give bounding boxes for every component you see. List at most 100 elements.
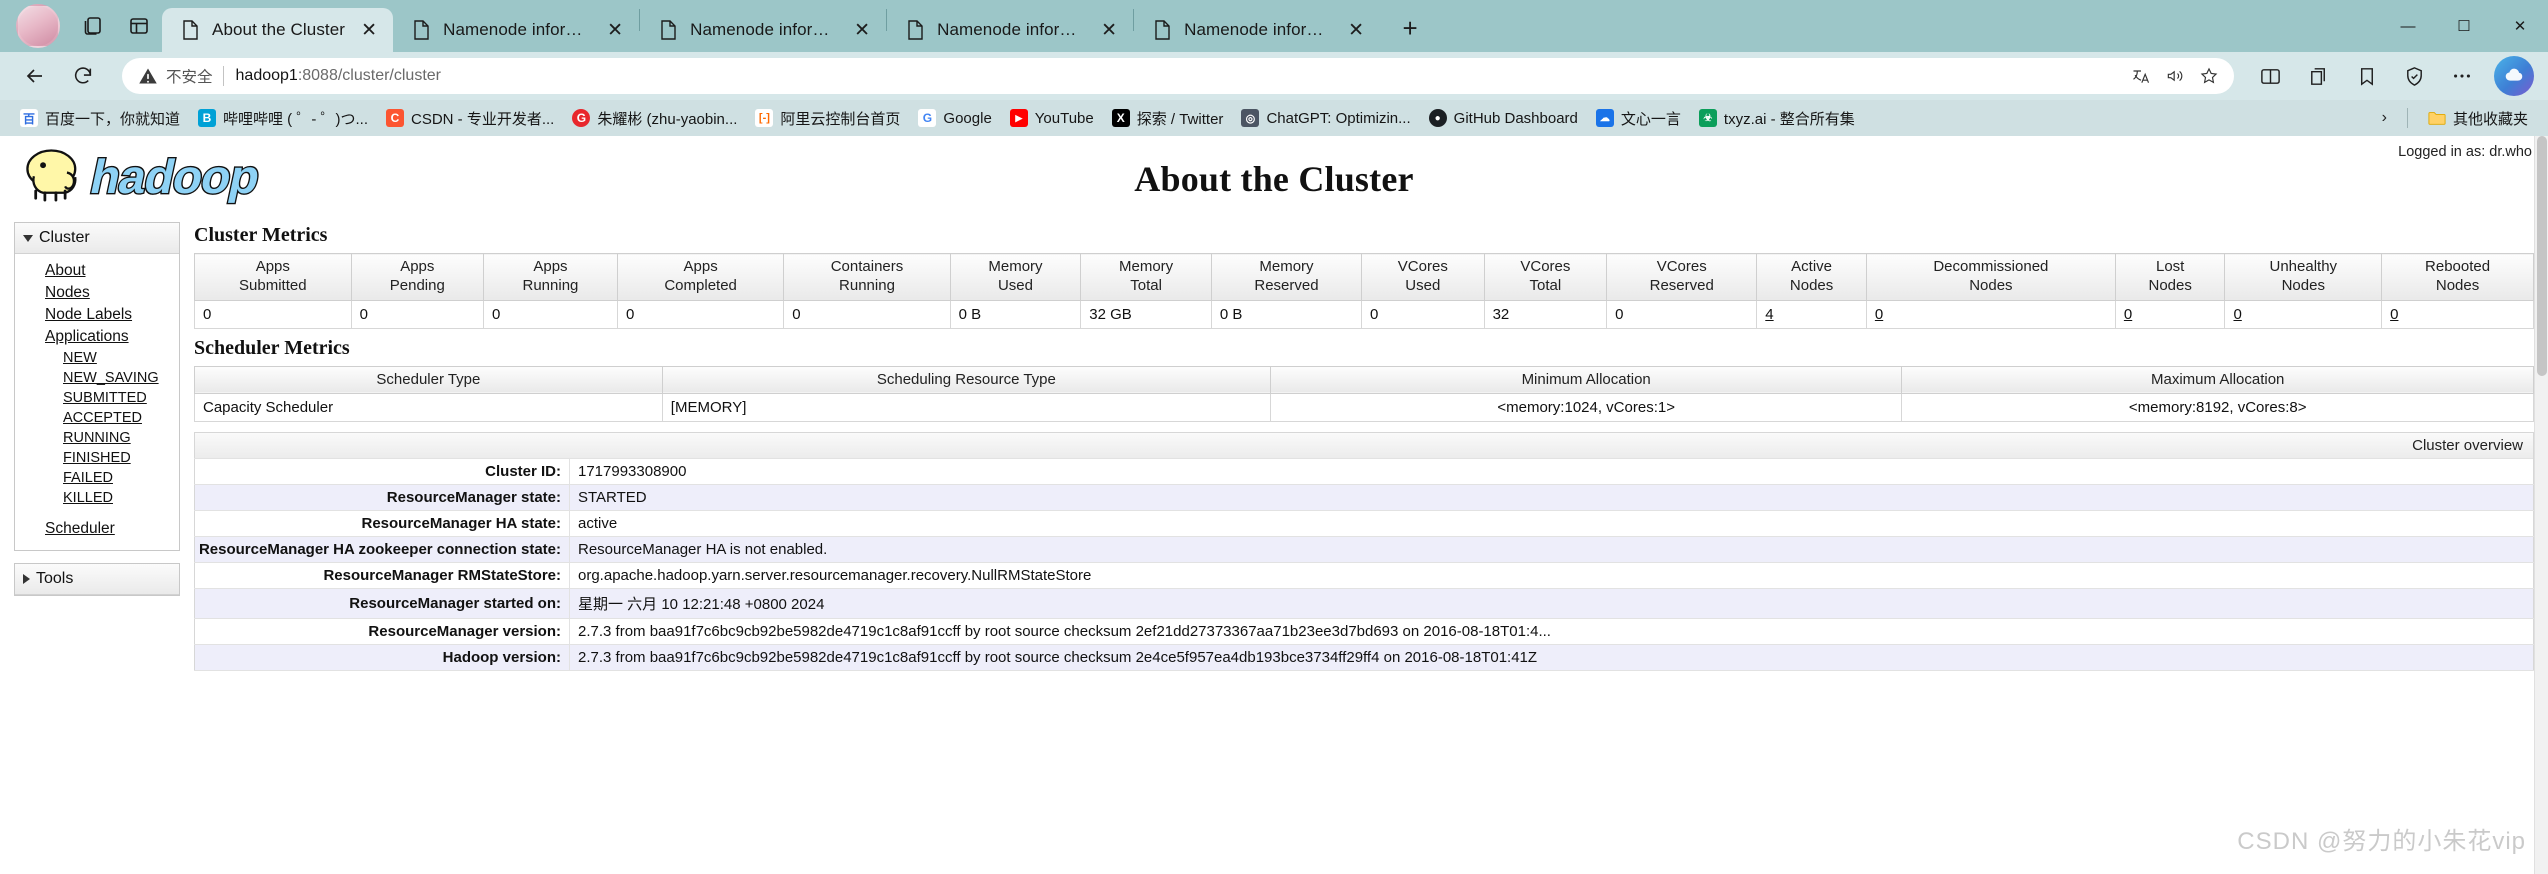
tab-close-icon[interactable]: ✕: [1342, 16, 1370, 44]
rebooted-nodes-link[interactable]: 0: [2390, 306, 2398, 323]
scrollbar-thumb[interactable]: [2537, 136, 2547, 376]
translate-icon[interactable]: [2126, 61, 2156, 91]
sidebar-item-new-saving[interactable]: NEW_SAVING: [15, 368, 179, 388]
bookmarks-overflow-chevron-icon[interactable]: ›: [2374, 109, 2395, 127]
cell-lost-nodes[interactable]: 0: [2114, 299, 2226, 329]
more-icon[interactable]: [2441, 55, 2483, 97]
folder-icon: [2428, 109, 2446, 127]
baidu-icon: 百: [20, 109, 38, 127]
cell-decommissioned-nodes[interactable]: 0: [1865, 299, 2116, 329]
tab-title: Namenode information: [1184, 20, 1332, 39]
tab-strip: About the Cluster ✕ Namenode information…: [0, 0, 2548, 52]
new-tab-button[interactable]: +: [1390, 8, 1430, 48]
col-apps-submitted: Apps Submitted: [194, 253, 352, 301]
favorites-icon[interactable]: [2345, 55, 2387, 97]
sidebar-item-submitted[interactable]: SUBMITTED: [15, 388, 179, 408]
address-bar[interactable]: 不安全 hadoop1 :8088/cluster/cluster: [122, 58, 2234, 94]
bookmark-item[interactable]: [-] 阿里云控制台首页: [747, 105, 908, 132]
sidebar-item-running[interactable]: RUNNING: [15, 428, 179, 448]
cell-unhealthy-nodes[interactable]: 0: [2224, 299, 2383, 329]
lost-nodes-link[interactable]: 0: [2124, 306, 2132, 323]
other-favorites-item[interactable]: 其他收藏夹: [2420, 105, 2536, 132]
collections-icon[interactable]: [2297, 55, 2339, 97]
table-row: ResourceManager version: 2.7.3 from baa9…: [194, 618, 2534, 646]
tab-4[interactable]: Namenode information ✕: [1134, 8, 1380, 52]
profile-avatar[interactable]: [16, 4, 60, 48]
bookmark-label: 百度一下，你就知道: [45, 110, 181, 128]
scheduler-metrics-table: Scheduler Type Scheduling Resource Type …: [194, 365, 2534, 423]
bookmark-item[interactable]: ☣ txyz.ai - 整合所有集: [1691, 105, 1863, 132]
sidebar-item-finished[interactable]: FINISHED: [15, 448, 179, 468]
wenxin-icon: ☁: [1595, 109, 1614, 127]
bookmark-item[interactable]: ☁ 文心一言: [1588, 105, 1689, 132]
read-aloud-icon[interactable]: [2160, 61, 2190, 91]
col-decommissioned-nodes: Decommissioned Nodes: [1865, 253, 2116, 301]
cluster-metrics-table: Apps Submitted Apps Pending Apps Running…: [194, 253, 2534, 329]
tab-title: Namenode information: [690, 20, 838, 39]
bookmark-item[interactable]: C CSDN - 专业开发者...: [378, 105, 562, 132]
sidebar-cluster-header[interactable]: Cluster: [15, 223, 179, 254]
twitter-x-icon: X: [1111, 109, 1130, 127]
cell-rebooted-nodes[interactable]: 0: [2381, 299, 2534, 329]
not-secure-warning-icon[interactable]: [138, 66, 158, 86]
bookmark-item[interactable]: ● GitHub Dashboard: [1421, 106, 1586, 130]
label-cluster-id: Cluster ID:: [194, 458, 570, 486]
page-body: Cluster About Nodes Node Labels Applicat…: [0, 222, 2548, 672]
back-icon[interactable]: [14, 55, 56, 97]
vertical-scrollbar[interactable]: [2534, 136, 2548, 874]
bookmark-item[interactable]: ◎ ChatGPT: Optimizin...: [1233, 106, 1418, 130]
tab-close-icon[interactable]: ✕: [355, 16, 383, 44]
sidebar-item-nodes[interactable]: Nodes: [15, 282, 179, 304]
tab-actions-icon[interactable]: [70, 4, 116, 48]
csdn-icon: C: [386, 109, 405, 127]
bookmark-item[interactable]: ▶ YouTube: [1002, 106, 1102, 130]
tab-close-icon[interactable]: ✕: [1095, 16, 1123, 44]
bookmark-item[interactable]: 百 百度一下，你就知道: [12, 105, 188, 132]
sidebar-item-scheduler[interactable]: Scheduler: [15, 518, 179, 540]
active-nodes-link[interactable]: 4: [1765, 306, 1773, 323]
decommissioned-nodes-link[interactable]: 0: [1875, 306, 1883, 323]
cell-vcores-used: 0: [1361, 299, 1485, 329]
sidebar-item-applications[interactable]: Applications: [15, 326, 179, 348]
bookmark-label: 文心一言: [1620, 110, 1681, 128]
tab-0[interactable]: About the Cluster ✕: [162, 8, 394, 52]
unhealthy-nodes-link[interactable]: 0: [2233, 306, 2241, 323]
sidebar-item-accepted[interactable]: ACCEPTED: [15, 408, 179, 428]
cell-memory-used: 0 B: [949, 299, 1082, 329]
cell-apps-submitted: 0: [194, 299, 352, 329]
star-icon[interactable]: [2194, 61, 2224, 91]
sidebar-item-failed[interactable]: FAILED: [15, 468, 179, 488]
cell-active-nodes[interactable]: 4: [1756, 299, 1867, 329]
table-row: ResourceManager state: STARTED: [194, 484, 2534, 512]
close-window-button[interactable]: ✕: [2492, 8, 2548, 44]
aliyun-icon: [-]: [755, 109, 774, 127]
security-status-text: 不安全: [166, 69, 213, 86]
reload-icon[interactable]: [62, 55, 104, 97]
tab-3[interactable]: Namenode information ✕: [887, 8, 1133, 52]
bookmark-item[interactable]: G Google: [910, 106, 999, 130]
tab-title: Namenode information: [443, 20, 591, 39]
bookmark-label: YouTube: [1034, 109, 1094, 127]
browser-essentials-icon[interactable]: [2393, 55, 2435, 97]
tab-close-icon[interactable]: ✕: [848, 16, 876, 44]
minimize-button[interactable]: —: [2380, 8, 2436, 44]
sidebar-item-killed[interactable]: KILLED: [15, 488, 179, 508]
sidebar-tools-header[interactable]: Tools: [15, 564, 179, 595]
sidebar-item-about[interactable]: About: [15, 260, 179, 282]
value-hadoop-version: 2.7.3 from baa91f7c6bc9cb92be5982de4719c…: [569, 644, 2534, 672]
tab-close-icon[interactable]: ✕: [601, 16, 629, 44]
maximize-button[interactable]: ☐: [2436, 8, 2492, 44]
tab-1[interactable]: Namenode information ✕: [393, 8, 639, 52]
sidebar-item-node-labels[interactable]: Node Labels: [15, 304, 179, 326]
bookmark-item[interactable]: X 探索 / Twitter: [1104, 105, 1232, 132]
bookmark-item[interactable]: G 朱耀彬 (zhu-yaobin...: [564, 105, 745, 132]
tab-2[interactable]: Namenode information ✕: [640, 8, 886, 52]
split-pane-icon[interactable]: [116, 4, 162, 48]
bookmark-item[interactable]: B 哔哩哔哩 ( ゜- ゜)つ...: [190, 105, 376, 132]
sidebar-item-new[interactable]: NEW: [15, 348, 179, 368]
table-row: Hadoop version: 2.7.3 from baa91f7c6bc9c…: [194, 644, 2534, 672]
page-content: Logged in as: dr.who hadoop About the Cl…: [0, 136, 2548, 874]
split-screen-icon[interactable]: [2249, 55, 2291, 97]
page-icon: [905, 19, 925, 41]
copilot-icon[interactable]: [2494, 56, 2534, 96]
